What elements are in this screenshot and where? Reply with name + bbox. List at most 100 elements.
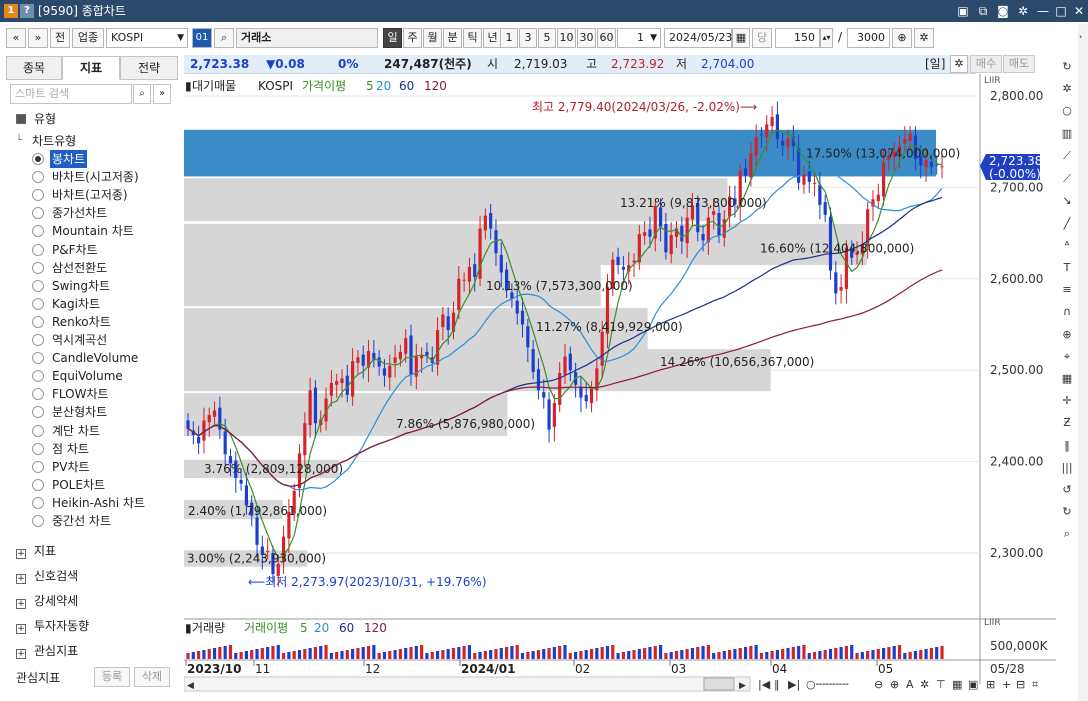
- radio-icon[interactable]: [32, 478, 44, 491]
- line-icon[interactable]: ╱: [1058, 215, 1076, 233]
- ray-icon[interactable]: ⟋: [1058, 170, 1076, 188]
- grid-icon[interactable]: ▦: [1058, 370, 1076, 388]
- copy-icon[interactable]: ⧉: [974, 2, 992, 20]
- radio-icon[interactable]: [32, 243, 44, 256]
- group-indicator[interactable]: + 지표: [6, 541, 176, 561]
- register-button[interactable]: 등록: [94, 667, 130, 687]
- minimize-icon[interactable]: —: [1034, 2, 1052, 20]
- gear-icon[interactable]: ✲: [1058, 80, 1076, 98]
- magnet-icon[interactable]: ∩: [1058, 303, 1076, 321]
- group-signal-search[interactable]: + 신호검색: [6, 566, 176, 586]
- gear-icon[interactable]: ✲: [920, 678, 929, 691]
- date-input[interactable]: 2024/05/23: [664, 28, 732, 48]
- period-tick-button[interactable]: 틱: [463, 28, 482, 48]
- chart-type-item[interactable]: 역시계곡선: [6, 331, 176, 349]
- interval-30-button[interactable]: 30: [577, 28, 596, 48]
- zoom-icon[interactable]: ⊕: [892, 28, 912, 48]
- split-icon[interactable]: ⊟: [1016, 678, 1025, 691]
- zoom-in-icon[interactable]: ⊕: [1058, 326, 1076, 344]
- chart-settings-icon[interactable]: ✲: [950, 55, 968, 73]
- search-icon[interactable]: ⌕: [133, 84, 151, 104]
- measure-icon[interactable]: ⌖: [1058, 348, 1076, 366]
- chart-type-item[interactable]: 삼선전환도: [6, 259, 176, 277]
- today-button[interactable]: 당: [752, 28, 772, 48]
- table-icon[interactable]: ▦: [952, 678, 962, 691]
- sector-button[interactable]: 업종: [72, 28, 104, 48]
- radio-icon[interactable]: [32, 315, 44, 328]
- maximize-icon[interactable]: □: [1052, 2, 1070, 20]
- count-stepper[interactable]: ▴▾: [820, 28, 833, 48]
- cycle-icon[interactable]: Ƶ: [1058, 414, 1076, 432]
- exchange-field[interactable]: 거래소: [236, 28, 378, 48]
- auto-icon[interactable]: ᴬ: [1058, 237, 1076, 255]
- chart-type-item[interactable]: 바차트(고저종): [6, 186, 176, 204]
- scroll-thumb[interactable]: [703, 677, 735, 691]
- chart-type-item[interactable]: Kagi차트: [6, 295, 176, 313]
- prev-arrow-button[interactable]: «: [6, 28, 26, 48]
- dropdown-arrow-button[interactable]: »: [28, 28, 48, 48]
- undo-icon[interactable]: ↺: [1058, 481, 1076, 499]
- radio-icon[interactable]: [32, 460, 44, 473]
- chart-type-group[interactable]: └ 차트유형: [6, 132, 176, 150]
- gear-icon[interactable]: ✲: [1014, 2, 1032, 20]
- camera-icon[interactable]: ◙: [994, 2, 1012, 20]
- interval-3-button[interactable]: 3: [519, 28, 537, 48]
- close-icon[interactable]: ✕: [1070, 2, 1088, 20]
- interval-input[interactable]: 1 ▼: [617, 28, 661, 48]
- chart-type-item[interactable]: 분산형차트: [6, 403, 176, 421]
- tab-strategy[interactable]: 전략: [120, 56, 178, 80]
- sell-button[interactable]: 매도: [1003, 55, 1035, 73]
- search-icon[interactable]: ⌕: [1058, 525, 1076, 543]
- radio-icon[interactable]: [32, 424, 44, 437]
- chart-type-item[interactable]: Heikin-Ashi 차트: [6, 494, 176, 512]
- trendline-icon[interactable]: ⟋: [1058, 147, 1076, 165]
- copy-icon[interactable]: ▣: [968, 678, 978, 691]
- last-icon[interactable]: ▶|: [788, 678, 800, 691]
- radio-icon[interactable]: [32, 189, 44, 202]
- chart-type-item[interactable]: PV차트: [6, 458, 176, 476]
- group-strength[interactable]: + 강세약세: [6, 591, 176, 611]
- period-day-button[interactable]: 일: [383, 28, 402, 48]
- radio-icon[interactable]: [32, 406, 44, 419]
- columns-icon[interactable]: |||: [1058, 459, 1076, 477]
- count-input[interactable]: 150: [775, 28, 820, 48]
- chart-type-item[interactable]: Swing차트: [6, 277, 176, 295]
- pause-icon[interactable]: ‖: [774, 678, 780, 691]
- chart-type-item[interactable]: EquiVolume: [6, 367, 176, 385]
- help-icon[interactable]: ?: [20, 4, 34, 18]
- interval-1-button[interactable]: 1: [500, 28, 518, 48]
- radio-icon[interactable]: [32, 352, 44, 365]
- fib-icon[interactable]: ≡: [1058, 281, 1076, 299]
- chart-type-item[interactable]: Renko차트: [6, 313, 176, 331]
- grid-icon[interactable]: ⊞: [986, 678, 995, 691]
- radio-icon[interactable]: [32, 297, 44, 310]
- radio-icon[interactable]: [32, 442, 44, 455]
- fit-icon[interactable]: ⌗: [1032, 678, 1038, 691]
- delete-button[interactable]: 삭제: [134, 667, 170, 687]
- text-icon[interactable]: T: [1058, 259, 1076, 277]
- horizontal-scrollbar[interactable]: [184, 676, 751, 692]
- redo-icon[interactable]: ↻: [1058, 503, 1076, 521]
- bars-icon[interactable]: ‖: [1058, 437, 1076, 455]
- radio-icon[interactable]: [32, 515, 44, 527]
- group-favorite-indicators[interactable]: + 관심지표: [6, 641, 176, 661]
- period-minute-button[interactable]: 분: [443, 28, 462, 48]
- refresh-icon[interactable]: ↻: [1058, 58, 1076, 76]
- circle-icon[interactable]: ○: [1058, 102, 1076, 120]
- period-month-button[interactable]: 월: [423, 28, 442, 48]
- chart-type-item[interactable]: 중간선 차트: [6, 512, 176, 530]
- radio-icon[interactable]: [32, 496, 44, 509]
- radio-icon[interactable]: [32, 388, 44, 401]
- calendar-icon[interactable]: ▦: [732, 28, 750, 48]
- chart-type-item[interactable]: 바차트(시고저종): [6, 168, 176, 186]
- radio-icon[interactable]: [32, 370, 44, 383]
- tab-stock[interactable]: 종목: [6, 56, 62, 80]
- group-investor-trend[interactable]: + 투자자동향: [6, 616, 176, 636]
- crosshair-icon[interactable]: ✛: [1058, 392, 1076, 410]
- price-chart[interactable]: 대기매물 KOSPI 가격이평 5 20 60 120▮2,800.002,700.002,…: [184, 74, 1056, 694]
- radio-icon[interactable]: [32, 334, 44, 346]
- chart-type-item[interactable]: 계단 차트: [6, 422, 176, 440]
- interval-5-button[interactable]: 5: [538, 28, 556, 48]
- radio-icon[interactable]: [32, 261, 44, 274]
- tab-indicator[interactable]: 지표: [62, 56, 120, 80]
